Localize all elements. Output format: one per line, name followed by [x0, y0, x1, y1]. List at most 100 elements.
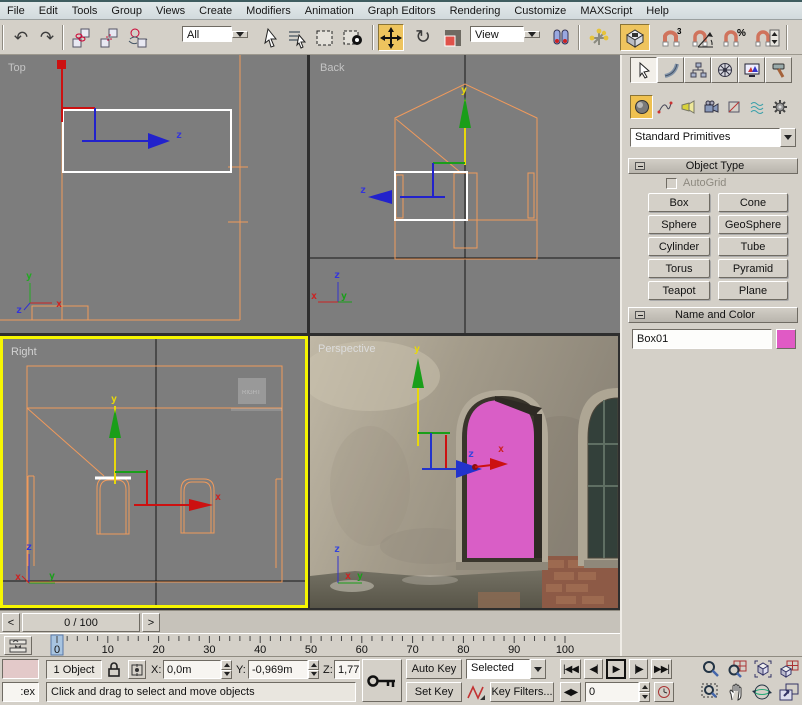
time-slider-handle[interactable]: 0 / 100 — [22, 613, 140, 632]
object-button-tube[interactable]: Tube — [718, 237, 788, 256]
menu-views[interactable]: Views — [149, 3, 192, 19]
track-bar[interactable]: 0102030405060708090100 — [0, 633, 620, 656]
viewport-top[interactable]: z y x z Top — [0, 55, 307, 333]
menu-graph-editors[interactable]: Graph Editors — [361, 3, 443, 19]
select-and-rotate-icon[interactable]: ↻ — [410, 24, 436, 51]
time-slider-next[interactable]: > — [142, 613, 160, 632]
reference-coordinate-combo[interactable]: View — [470, 24, 540, 44]
cameras-icon[interactable] — [699, 95, 722, 119]
systems-icon[interactable] — [768, 95, 791, 119]
pan-hand-icon[interactable] — [726, 682, 748, 705]
tab-hierarchy[interactable] — [684, 57, 711, 83]
select-and-scale-icon[interactable] — [440, 24, 466, 51]
object-name-field[interactable]: Box01 — [632, 329, 772, 349]
key-mode-arrow[interactable] — [530, 659, 546, 679]
y-field[interactable]: -0,969m — [248, 660, 308, 679]
category-dropdown-value[interactable]: Standard Primitives — [630, 128, 780, 147]
object-button-geosphere[interactable]: GeoSphere — [718, 215, 788, 234]
object-button-plane[interactable]: Plane — [718, 281, 788, 300]
menu-rendering[interactable]: Rendering — [443, 3, 508, 19]
object-button-box[interactable]: Box — [648, 193, 710, 212]
angle-snap-icon[interactable] — [690, 24, 716, 51]
category-dropdown-arrow[interactable] — [780, 128, 796, 147]
geometry-icon[interactable] — [630, 95, 653, 119]
tab-create[interactable] — [630, 57, 657, 83]
undo-icon[interactable]: ↶ — [8, 24, 34, 51]
object-button-teapot[interactable]: Teapot — [648, 281, 710, 300]
arc-rotate-icon[interactable] — [752, 682, 774, 705]
lights-icon[interactable] — [676, 95, 699, 119]
tab-modify[interactable] — [657, 57, 684, 83]
autogrid-checkbox[interactable] — [666, 178, 677, 189]
zoom-all-icon[interactable] — [726, 659, 748, 682]
selection-filter-combo[interactable]: All — [182, 24, 248, 44]
track-bar-ruler[interactable]: 0102030405060708090100 — [36, 634, 620, 657]
select-by-name-icon[interactable] — [284, 24, 310, 51]
go-to-start-icon[interactable]: |◀◀ — [560, 659, 581, 679]
select-and-move-icon[interactable] — [378, 24, 404, 51]
spinner-snap-icon[interactable] — [754, 24, 780, 51]
menu-animation[interactable]: Animation — [298, 3, 361, 19]
set-keys-key-icon[interactable] — [362, 659, 402, 702]
tab-display[interactable] — [738, 57, 765, 83]
menu-modifiers[interactable]: Modifiers — [239, 3, 298, 19]
object-type-rollout-header[interactable]: Object Type — [628, 158, 798, 174]
key-mode-value[interactable]: Selected — [466, 659, 530, 679]
menu-group[interactable]: Group — [104, 3, 149, 19]
tab-motion[interactable] — [711, 57, 738, 83]
go-to-end-icon[interactable]: ▶▶| — [651, 659, 672, 679]
tab-utilities[interactable] — [765, 57, 792, 83]
x-spinner[interactable] — [221, 660, 232, 679]
use-pivot-point-center-icon[interactable] — [548, 24, 574, 51]
y-spinner[interactable] — [308, 660, 319, 679]
menu-create[interactable]: Create — [192, 3, 239, 19]
bind-to-space-warp-icon[interactable] — [124, 24, 150, 51]
time-slider-prev[interactable]: < — [2, 613, 20, 632]
zoom-icon[interactable] — [700, 659, 722, 682]
default-in-out-tangent-icon[interactable] — [466, 683, 486, 702]
menu-maxscript[interactable]: MAXScript — [573, 3, 639, 19]
object-button-cone[interactable]: Cone — [718, 193, 788, 212]
mini-curve-editor-icon[interactable] — [4, 636, 32, 655]
object-button-pyramid[interactable]: Pyramid — [718, 259, 788, 278]
selection-filter-arrow[interactable] — [232, 31, 248, 38]
zoom-extents-icon[interactable] — [752, 659, 774, 682]
frame-spinner[interactable] — [639, 682, 650, 702]
min-max-toggle-icon[interactable] — [778, 682, 800, 705]
snaps-toggle-icon[interactable] — [620, 24, 650, 51]
window-crossing-icon[interactable] — [340, 24, 366, 51]
key-mode-dropdown[interactable]: Selected — [466, 659, 546, 679]
menu-file[interactable]: File — [0, 3, 32, 19]
shapes-icon[interactable] — [653, 95, 676, 119]
set-key-button[interactable]: Set Key — [406, 682, 462, 702]
percent-snap-icon[interactable]: % — [722, 24, 748, 51]
selection-lock-icon[interactable] — [107, 661, 121, 681]
redo-icon[interactable]: ↷ — [34, 24, 60, 51]
zoom-extents-all-icon[interactable] — [778, 659, 800, 682]
menu-tools[interactable]: Tools — [65, 3, 105, 19]
current-frame-field[interactable]: 0 — [585, 682, 639, 702]
select-object-icon[interactable] — [258, 24, 284, 51]
maxscript-listener-pink[interactable] — [2, 659, 39, 679]
select-and-link-icon[interactable] — [68, 24, 94, 51]
menu-edit[interactable]: Edit — [32, 3, 65, 19]
x-field[interactable]: 0,0m — [163, 660, 221, 679]
viewport-back[interactable]: y z z x y Back — [310, 55, 620, 333]
menu-help[interactable]: Help — [639, 3, 676, 19]
select-and-manipulate-icon[interactable] — [586, 24, 612, 51]
category-dropdown[interactable]: Standard Primitives — [630, 128, 796, 147]
unlink-selection-icon[interactable] — [96, 24, 122, 51]
object-button-cylinder[interactable]: Cylinder — [648, 237, 710, 256]
rectangular-selection-region-icon[interactable] — [312, 24, 338, 51]
viewport-right[interactable]: RIGHT y x z y x Right — [0, 336, 308, 608]
object-color-swatch[interactable] — [776, 329, 796, 349]
maxscript-listener-field[interactable]: :ex — [2, 682, 39, 702]
previous-frame-icon[interactable]: ◀| — [584, 659, 603, 679]
play-button-icon[interactable]: ▶ — [606, 659, 626, 679]
object-button-torus[interactable]: Torus — [648, 259, 710, 278]
z-field[interactable]: 1,773m — [334, 660, 360, 679]
name-color-rollout-header[interactable]: Name and Color — [628, 307, 798, 323]
auto-key-button[interactable]: Auto Key — [406, 659, 462, 679]
region-zoom-icon[interactable] — [700, 682, 722, 705]
key-mode-toggle-icon[interactable]: ◀▶ — [560, 682, 581, 702]
